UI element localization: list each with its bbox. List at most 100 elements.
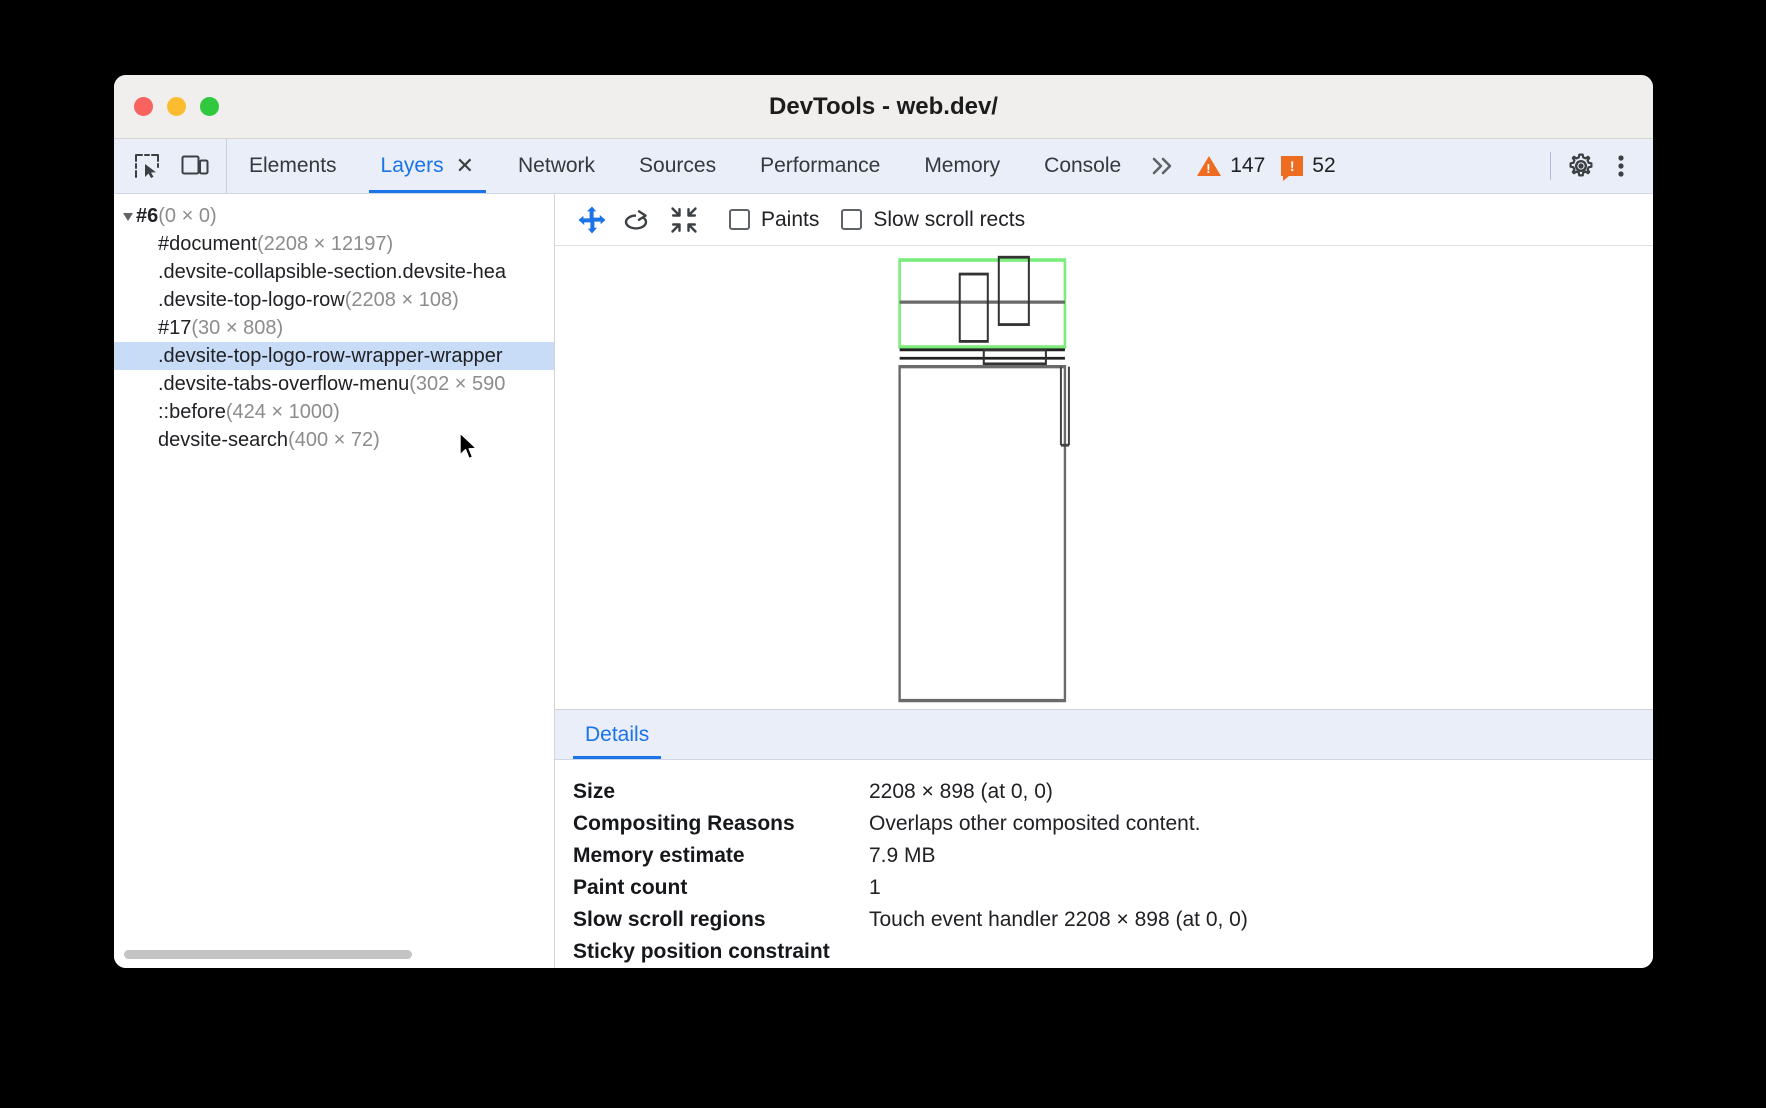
window-title: DevTools - web.dev/ [114, 93, 1653, 121]
layer-size: (2208 × 108) [345, 289, 459, 311]
more-tabs-chevron-icon[interactable] [1143, 139, 1187, 193]
tab-label: Layers [381, 154, 444, 178]
panel-tabs: Elements Layers ✕ Network Sources Perfor… [227, 139, 1538, 193]
tree-row-top-logo-row-wrapper-wrapper[interactable]: .devsite-top-logo-row-wrapper-wrapper [114, 342, 554, 370]
tree-row-collapsible-section[interactable]: .devsite-collapsible-section.devsite-hea [114, 258, 554, 286]
tab-sources[interactable]: Sources [617, 139, 738, 193]
tab-label: Performance [760, 154, 880, 178]
layers-viewer-pane: Paints Slow scroll rects [555, 194, 1653, 968]
layer-name: #17 [158, 317, 191, 339]
device-toolbar-icon[interactable] [180, 151, 210, 181]
tab-label: Elements [249, 154, 337, 178]
layer-size: (2208 × 12197) [257, 233, 393, 255]
warning-counter[interactable]: 147 [1187, 139, 1271, 193]
details-label: Slow scroll regions [573, 908, 869, 932]
tab-details[interactable]: Details [573, 710, 661, 759]
paints-checkbox-box[interactable] [729, 209, 750, 230]
warning-count-label: 147 [1230, 154, 1265, 178]
devtools-right-icons [1563, 139, 1653, 193]
details-row-compositing-reasons: Compositing Reasons Overlaps other compo… [573, 808, 1653, 840]
paints-checkbox-label: Paints [761, 208, 819, 232]
tree-row-17[interactable]: #17(30 × 808) [114, 314, 554, 342]
tab-network[interactable]: Network [496, 139, 617, 193]
warning-triangle-icon [1197, 156, 1221, 176]
close-window-button[interactable] [134, 97, 153, 116]
minimize-window-button[interactable] [167, 97, 186, 116]
layers-3d-viewport[interactable] [555, 246, 1653, 709]
details-value: 1 [869, 876, 881, 900]
tab-label: Sources [639, 154, 716, 178]
layers-tree-pane: #6(0 × 0) #document(2208 × 12197) .devsi… [114, 194, 555, 968]
tree-row-root[interactable]: #6(0 × 0) [114, 202, 554, 230]
devtools-window: DevTools - web.dev/ Elements [114, 75, 1653, 968]
rotate-mode-button[interactable] [615, 200, 661, 240]
tab-performance[interactable]: Performance [738, 139, 902, 193]
layer-name: #6 [136, 205, 158, 227]
devtools-tabstrip: Elements Layers ✕ Network Sources Perfor… [114, 139, 1653, 194]
layer-size: (400 × 72) [288, 429, 380, 451]
tab-label: Memory [924, 154, 1000, 178]
layer-name: ::before [158, 401, 226, 423]
tab-label: Network [518, 154, 595, 178]
layer-name: .devsite-tabs-overflow-menu [158, 373, 409, 395]
slow-scroll-rects-checkbox-label: Slow scroll rects [873, 208, 1025, 232]
close-tab-icon[interactable]: ✕ [456, 155, 474, 177]
tree-row-devsite-search[interactable]: devsite-search(400 × 72) [114, 426, 554, 454]
details-label: Sticky position constraint [573, 940, 869, 964]
layer-size: (424 × 1000) [226, 401, 340, 423]
tree-horizontal-scrollbar[interactable] [124, 950, 412, 959]
tab-label: Console [1044, 154, 1121, 178]
details-row-size: Size 2208 × 898 (at 0, 0) [573, 776, 1653, 808]
layer-name: devsite-search [158, 429, 288, 451]
layers-panel-body: #6(0 × 0) #document(2208 × 12197) .devsi… [114, 194, 1653, 968]
layer-stack-rendering [555, 246, 1653, 709]
paints-checkbox[interactable]: Paints [729, 208, 819, 232]
layer-name: .devsite-top-logo-row [158, 289, 345, 311]
details-row-slow-scroll-regions: Slow scroll regions Touch event handler … [573, 904, 1653, 936]
inspect-element-icon[interactable] [132, 151, 162, 181]
layer-details-table: Size 2208 × 898 (at 0, 0) Compositing Re… [555, 760, 1653, 968]
expand-caret-icon[interactable] [123, 213, 133, 221]
error-counter[interactable]: ! 52 [1271, 139, 1341, 193]
details-value: 2208 × 898 (at 0, 0) [869, 780, 1053, 804]
reset-view-button[interactable] [661, 200, 707, 240]
layer-details-pane: Details Size 2208 × 898 (at 0, 0) Compos… [555, 709, 1653, 968]
layer-name: .devsite-collapsible-section.devsite-hea [158, 261, 506, 283]
details-label: Compositing Reasons [573, 812, 869, 836]
tab-elements[interactable]: Elements [227, 139, 359, 193]
error-badge-icon: ! [1281, 156, 1303, 176]
layer-name: #document [158, 233, 257, 255]
layers-viewer-toolbar: Paints Slow scroll rects [555, 194, 1653, 246]
tab-layers[interactable]: Layers ✕ [359, 139, 496, 193]
layer-size: (302 × 590 [409, 373, 505, 395]
tab-console[interactable]: Console [1022, 139, 1143, 193]
details-value: Touch event handler 2208 × 898 (at 0, 0) [869, 908, 1248, 932]
tree-row-top-logo-row[interactable]: .devsite-top-logo-row(2208 × 108) [114, 286, 554, 314]
traffic-light-controls [114, 97, 219, 116]
layer-size: (30 × 808) [191, 317, 283, 339]
details-tabbar: Details [555, 710, 1653, 760]
maximize-window-button[interactable] [200, 97, 219, 116]
devtools-toolbar-icons [114, 139, 227, 193]
layers-tree: #6(0 × 0) #document(2208 × 12197) .devsi… [114, 194, 554, 454]
pan-mode-button[interactable] [569, 200, 615, 240]
details-label: Memory estimate [573, 844, 869, 868]
tab-memory[interactable]: Memory [902, 139, 1022, 193]
tree-row-before[interactable]: ::before(424 × 1000) [114, 398, 554, 426]
layer-size: (0 × 0) [158, 205, 216, 227]
error-count-label: 52 [1312, 154, 1335, 178]
details-value: Overlaps other composited content. [869, 812, 1201, 836]
toolbar-divider [1550, 152, 1551, 180]
window-titlebar: DevTools - web.dev/ [114, 75, 1653, 139]
more-options-kebab-icon[interactable] [1603, 148, 1639, 184]
tree-row-document[interactable]: #document(2208 × 12197) [114, 230, 554, 258]
details-label: Paint count [573, 876, 869, 900]
tree-row-tabs-overflow-menu[interactable]: .devsite-tabs-overflow-menu(302 × 590 [114, 370, 554, 398]
slow-scroll-rects-checkbox[interactable]: Slow scroll rects [841, 208, 1025, 232]
details-row-memory-estimate: Memory estimate 7.9 MB [573, 840, 1653, 872]
settings-gear-icon[interactable] [1563, 148, 1599, 184]
layer-name: .devsite-top-logo-row-wrapper-wrapper [158, 345, 503, 367]
details-label: Size [573, 780, 869, 804]
slow-scroll-rects-checkbox-box[interactable] [841, 209, 862, 230]
document-layer-outline [900, 367, 1065, 701]
